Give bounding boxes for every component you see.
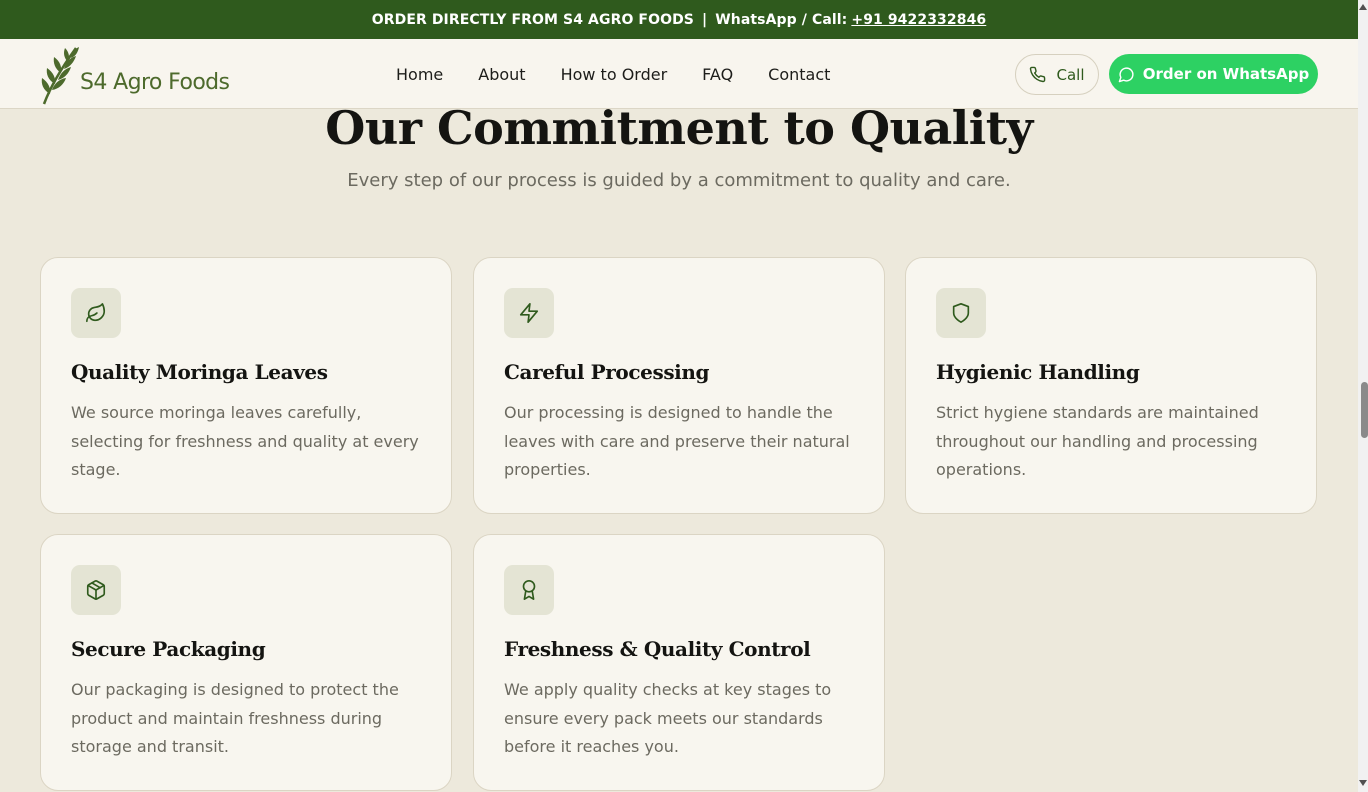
feature-card-freshness-control: Freshness & Quality Control We apply qua… [473, 534, 885, 791]
feature-card-hygienic-handling: Hygienic Handling Strict hygiene standar… [905, 257, 1317, 514]
feature-card-text: Our packaging is designed to protect the… [71, 680, 399, 756]
scrollbar-thumb[interactable] [1361, 382, 1368, 438]
order-whatsapp-button[interactable]: Order on WhatsApp [1109, 54, 1318, 94]
page: ORDER DIRECTLY FROM S4 AGRO FOODS | What… [0, 0, 1358, 792]
feature-icon-box [504, 288, 554, 338]
announcement-contact-prefix: WhatsApp / Call: [715, 11, 848, 28]
call-button-label: Call [1056, 65, 1085, 84]
call-button[interactable]: Call [1015, 54, 1099, 95]
feature-icon-box [504, 565, 554, 615]
announcement-order-text: ORDER DIRECTLY FROM S4 AGRO FOODS [371, 11, 694, 28]
announcement-phone-link[interactable]: +91 9422332846 [851, 12, 986, 28]
feature-card-title: Secure Packaging [71, 637, 266, 661]
phone-icon [1030, 66, 1046, 83]
feature-card-title: Freshness & Quality Control [504, 637, 811, 661]
leaf-icon [86, 303, 106, 323]
feature-card-text: We source moringa leaves carefully, sele… [71, 403, 419, 479]
feature-card-secure-packaging: Secure Packaging Our packaging is design… [40, 534, 452, 791]
nav-how-to-order[interactable]: How to Order [561, 65, 668, 84]
package-icon [86, 580, 106, 600]
site-header: S4 Agro Foods Home About How to Order FA… [0, 39, 1358, 109]
feature-icon-box [71, 565, 121, 615]
main-nav: Home About How to Order FAQ Contact [396, 39, 865, 109]
feature-card-quality-leaves: Quality Moringa Leaves We source moringa… [40, 257, 452, 514]
scroll-down-arrow-icon[interactable] [1359, 780, 1367, 786]
chat-bubble-icon [1118, 66, 1134, 82]
feature-card-title: Quality Moringa Leaves [71, 360, 328, 384]
award-icon [522, 580, 536, 600]
shield-icon [952, 303, 970, 323]
nav-faq[interactable]: FAQ [702, 65, 733, 84]
feature-icon-box [71, 288, 121, 338]
feature-card-careful-processing: Careful Processing Our processing is des… [473, 257, 885, 514]
feature-icon-box [936, 288, 986, 338]
nav-home[interactable]: Home [396, 65, 443, 84]
section-title: Our Commitment to Quality [325, 101, 1033, 155]
announcement-separator: | [702, 11, 708, 28]
feature-card-text: We apply quality checks at key stages to… [504, 680, 832, 756]
nav-about[interactable]: About [478, 65, 525, 84]
feature-card-text: Strict hygiene standards are maintained … [936, 403, 1259, 479]
wheat-leaf-icon [41, 47, 79, 105]
feature-card-title: Hygienic Handling [936, 360, 1140, 384]
announcement-bar: ORDER DIRECTLY FROM S4 AGRO FOODS | What… [0, 0, 1358, 39]
logo-text: S4 Agro Foods [80, 69, 230, 95]
logo[interactable]: S4 Agro Foods [40, 44, 230, 106]
section-subtitle: Every step of our process is guided by a… [347, 170, 1011, 191]
lightning-icon [519, 303, 539, 323]
whatsapp-button-label: Order on WhatsApp [1142, 65, 1310, 83]
feature-card-title: Careful Processing [504, 360, 710, 384]
feature-card-text: Our processing is designed to handle the… [504, 403, 850, 479]
scroll-up-arrow-icon[interactable] [1359, 4, 1367, 10]
nav-contact[interactable]: Contact [768, 65, 830, 84]
